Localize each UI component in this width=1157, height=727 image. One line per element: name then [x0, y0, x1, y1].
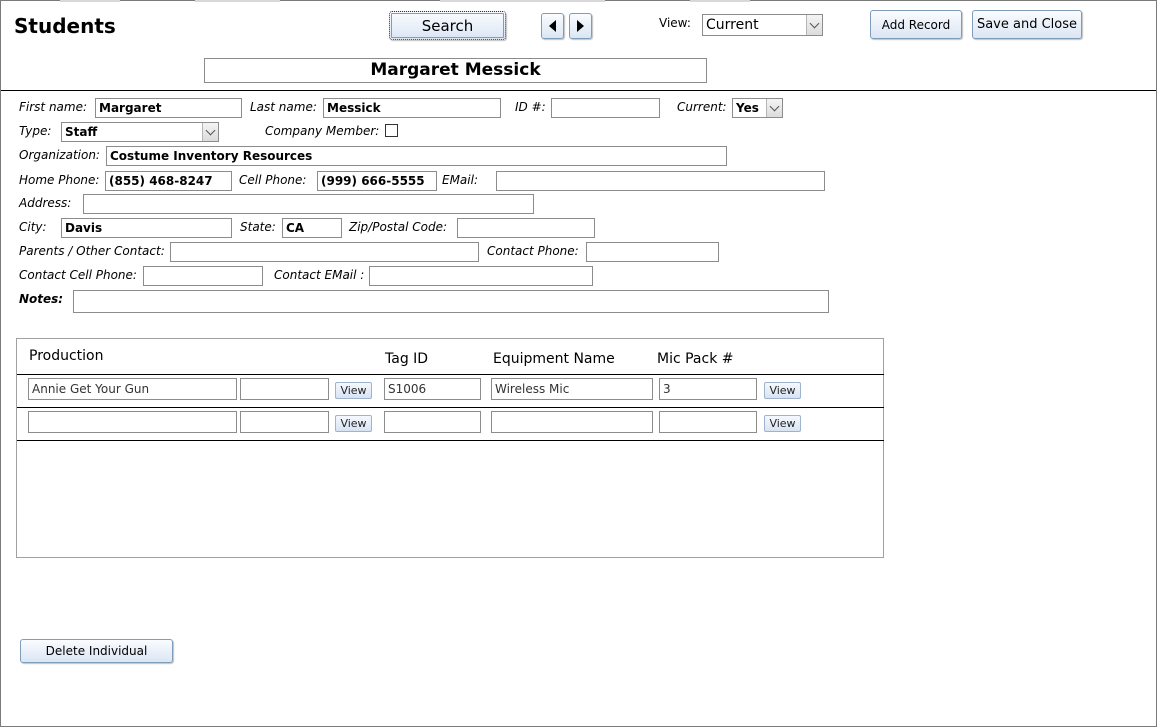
column-header-tag-id: Tag ID — [385, 351, 429, 367]
contact-cell-phone-field[interactable] — [143, 266, 263, 286]
column-header-equipment-name: Equipment Name — [493, 351, 615, 367]
view-select[interactable]: Current — [702, 14, 823, 36]
top-strip — [60, 0, 120, 2]
home-phone-label: Home Phone: — [19, 173, 100, 187]
row-divider — [17, 407, 884, 408]
first-name-label: First name: — [19, 100, 88, 114]
address-label: Address: — [19, 196, 72, 210]
add-record-button[interactable]: Add Record — [870, 10, 962, 39]
view-equipment-button[interactable]: View — [764, 415, 801, 432]
id-label: ID #: — [515, 100, 546, 114]
current-select[interactable]: Yes — [732, 98, 783, 118]
mic-pack-field[interactable] — [659, 411, 757, 433]
last-name-field[interactable]: Messick — [323, 98, 501, 118]
record-name-display: Margaret Messick — [204, 58, 707, 83]
id-field[interactable] — [551, 98, 660, 118]
row-divider — [17, 440, 884, 441]
arrow-right-icon — [577, 20, 584, 32]
state-field[interactable]: CA — [282, 218, 342, 238]
type-select[interactable]: Staff — [61, 122, 219, 142]
view-select-value: Current — [706, 17, 759, 33]
next-record-button[interactable] — [569, 13, 592, 39]
organization-field[interactable]: Costume Inventory Resources — [106, 146, 727, 166]
previous-record-button[interactable] — [541, 13, 564, 39]
tag-id-field[interactable]: S1006 — [384, 378, 481, 400]
delete-individual-button[interactable]: Delete Individual — [20, 639, 173, 663]
form-title: Students — [14, 14, 116, 38]
dropdown-arrow[interactable] — [806, 15, 822, 35]
column-header-production: Production — [29, 348, 104, 364]
column-header-mic-pack: Mic Pack # — [657, 351, 734, 367]
email-field[interactable] — [496, 171, 825, 191]
contact-email-label: Contact EMail : — [274, 268, 365, 282]
save-and-close-button[interactable]: Save and Close — [972, 10, 1082, 39]
notes-field[interactable] — [73, 290, 829, 313]
mic-pack-field[interactable]: 3 — [659, 378, 757, 400]
type-select-value: Staff — [65, 125, 98, 139]
state-label: State: — [240, 220, 276, 234]
equipment-name-field[interactable]: Wireless Mic — [491, 378, 653, 400]
current-select-value: Yes — [736, 101, 759, 115]
dropdown-arrow[interactable] — [766, 99, 782, 117]
contact-phone-label: Contact Phone: — [487, 244, 579, 258]
first-name-field[interactable]: Margaret — [95, 98, 242, 118]
address-field[interactable] — [83, 194, 534, 214]
view-label: View: — [659, 16, 691, 30]
search-button[interactable]: Search — [389, 11, 506, 40]
contact-phone-field[interactable] — [586, 242, 719, 262]
top-strip — [195, 0, 280, 2]
company-member-label: Company Member: — [265, 124, 380, 138]
last-name-label: Last name: — [250, 100, 317, 114]
equipment-name-field[interactable] — [491, 411, 653, 433]
organization-label: Organization: — [19, 148, 100, 162]
email-label: EMail: — [442, 173, 478, 187]
chevron-down-icon — [769, 101, 780, 112]
view-production-button[interactable]: View — [335, 382, 372, 399]
view-production-button[interactable]: View — [335, 415, 372, 432]
contact-cell-phone-label: Contact Cell Phone: — [19, 268, 137, 282]
production-extra-field[interactable] — [240, 378, 329, 400]
zip-label: Zip/Postal Code: — [349, 220, 448, 234]
chevron-down-icon — [205, 125, 216, 136]
production-field[interactable] — [28, 411, 237, 433]
arrow-left-icon — [549, 20, 556, 32]
city-field[interactable]: Davis — [61, 218, 232, 238]
parents-contact-label: Parents / Other Contact: — [19, 244, 165, 258]
company-member-checkbox[interactable] — [385, 124, 398, 137]
view-equipment-button[interactable]: View — [764, 382, 801, 399]
production-field[interactable]: Annie Get Your Gun — [28, 378, 237, 400]
header-divider — [1, 90, 1156, 91]
production-extra-field[interactable] — [240, 411, 329, 433]
dropdown-arrow[interactable] — [202, 123, 218, 141]
zip-field[interactable] — [457, 218, 595, 238]
cell-phone-label: Cell Phone: — [239, 173, 307, 187]
equipment-subform — [16, 338, 884, 558]
parents-contact-field[interactable] — [170, 242, 479, 262]
city-label: City: — [19, 220, 47, 234]
current-label: Current: — [677, 100, 727, 114]
tag-id-field[interactable] — [384, 411, 481, 433]
row-divider — [17, 374, 884, 375]
contact-email-field[interactable] — [369, 266, 593, 286]
top-strip — [440, 0, 605, 2]
notes-label: Notes: — [19, 292, 64, 306]
home-phone-field[interactable]: (855) 468-8247 — [105, 171, 232, 191]
chevron-down-icon — [809, 18, 820, 29]
top-strip — [690, 0, 750, 2]
type-label: Type: — [19, 124, 52, 138]
cell-phone-field[interactable]: (999) 666-5555 — [317, 171, 437, 191]
